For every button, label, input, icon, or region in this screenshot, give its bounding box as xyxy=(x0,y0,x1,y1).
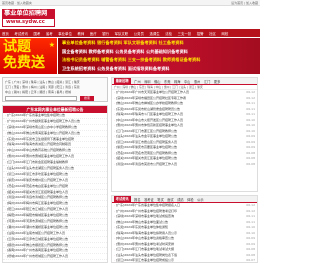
news-title[interactable]: [茂名]2024年茂名市茂南区公开招聘教师公告 xyxy=(116,151,177,155)
recruitment-panel: 最新招聘 广州 深圳 佛山 东莞 珠海 中山 惠州 江门 更多 广州 | 深圳 | 佛山 | 东莞… xyxy=(111,77,258,192)
star-icon: ★ xyxy=(48,41,55,49)
nav-item[interactable]: 国考 xyxy=(34,31,41,36)
nav-item[interactable]: 考试资讯 xyxy=(14,31,28,36)
top-utility-bar: 首页收藏 · 加入收藏夹 设为首页 | 加入收藏 xyxy=(0,0,260,6)
list-title: 广东本网内事业单位最新招聘公告 xyxy=(3,106,107,113)
news-title[interactable]: [深圳]2024年深圳市事业单位笔试成绩查询 xyxy=(116,214,174,218)
news-title[interactable]: [惠州]2024年惠州市仲恺高新区招聘事业单位人员 xyxy=(116,123,183,127)
news-title[interactable]: [广州]2024年广州市事业单位招聘准考证打印 xyxy=(116,209,177,213)
tab[interactable]: 惠州 xyxy=(194,79,200,84)
tab[interactable]: 体检 xyxy=(187,197,193,202)
news-row[interactable]: 06-08 [清远]2024年清远市英德市公开招聘工作人员 xyxy=(112,162,257,168)
nav-item[interactable]: 招警 xyxy=(197,31,204,36)
tab[interactable]: 佛山 xyxy=(154,79,160,84)
nav-item[interactable]: 三支一扶 xyxy=(178,31,192,36)
nav-item[interactable]: 网校 xyxy=(222,31,229,36)
tab[interactable]: 公示 xyxy=(197,197,203,202)
news-title[interactable]: [广州]2024年广州市天河区事业单位公开招聘工作人员 xyxy=(116,90,189,94)
list-item[interactable]: [增城]2024年广州市增城区公开招聘工作人员 xyxy=(3,254,107,261)
tab[interactable]: 报名 xyxy=(134,197,140,202)
nav-item[interactable]: 法检 xyxy=(165,31,172,36)
news-title[interactable]: [中山]2024年中山市事业单位资格审查公告 xyxy=(116,236,174,240)
free-trial-banner[interactable]: 试题 免费送 ★ xyxy=(0,38,57,74)
news-title[interactable]: [汕头]2024年汕头市金平区事业单位招聘公告 xyxy=(116,134,177,138)
nav-item[interactable]: 银行 xyxy=(102,31,109,36)
site-logo[interactable]: 事业单位招聘网 www.sydw.cc xyxy=(2,9,55,27)
tab[interactable]: 更多 xyxy=(214,79,220,84)
city-links-row[interactable]: 广东 | 广州 | 深圳 | 珠海 | 汕头 | 佛山 | 韶关 | 湛江 | … xyxy=(5,80,80,84)
main-nav: 首页 考试资讯 国考 省考 事业单位 教师 医疗 银行 军队文职 公务员 选调生 法检 三支一扶 招警 社区… xyxy=(0,29,260,37)
news-title[interactable]: [中山]2024年中山市火炬开发区公开招聘工作人员 xyxy=(116,118,183,122)
date: 06-08 xyxy=(246,161,255,166)
tab[interactable]: 最新招聘 xyxy=(113,77,131,85)
nav-item[interactable]: 医疗 xyxy=(90,31,97,36)
news-title[interactable]: [深圳]2024年深圳市福田区公开招聘社区专职工作者 xyxy=(116,96,186,100)
nav-item[interactable]: 公务员 xyxy=(134,31,144,36)
city-links-row[interactable]: 中山 | 潮州 | 揭阳 | 云浮 | 顺德 | 南海 | 番禺 | 增城 xyxy=(5,90,71,94)
news-title[interactable]: [汕头]2024年汕头市事业单位招聘岗位表下载 xyxy=(116,253,177,257)
tab[interactable]: 考试资讯 xyxy=(113,195,131,203)
city-search-box: 搜索 广东 | 广州 | 深圳 | 珠海 | 汕头 | 佛山 | 韶关 | 湛江… xyxy=(2,77,108,102)
tab[interactable]: 成绩 xyxy=(177,197,183,202)
banner-row[interactable]: 事业单位备考资料 银行备考资料 军队文职备考资料 社工备考资料 xyxy=(62,40,184,46)
promo-line-1: 试题 xyxy=(3,39,31,55)
news-title[interactable]: [佛山]2024年佛山市禅城区公办学校招聘教师公告 xyxy=(116,101,183,105)
banner-row[interactable]: 法检书记员备考资料 辅警备考资料 三支一扶备考资料 教师资格证备考资料 xyxy=(62,57,200,63)
search-button[interactable]: 搜索 xyxy=(80,96,94,101)
exam-news-tabs: 考试资讯 报名 准考证 笔试 面试 成绩 体检 公示 xyxy=(112,195,257,203)
latest-announcements-list: 广东本网内事业单位最新招聘公告 [广东]2024年广东省事业单位集中招聘公告[广… xyxy=(2,105,108,263)
nav-item[interactable]: 社区 xyxy=(209,31,216,36)
news-title[interactable]: [韶关]2024年韶关市武江区事业单位招聘公告 xyxy=(116,156,177,160)
news-title[interactable]: [湛江]2024年湛江市事业单位招聘成绩公示 xyxy=(116,258,174,262)
news-title[interactable]: [珠海]2024年珠海市事业单位拟聘用人员公示 xyxy=(116,231,177,235)
logo-title: 事业单位招聘网 xyxy=(2,9,55,18)
news-title[interactable]: [惠州]2024年惠州市事业单位考试时间安排 xyxy=(116,242,174,246)
promo-line-2: 免费送 xyxy=(3,55,45,71)
nav-item[interactable]: 首页 xyxy=(2,31,9,36)
nav-item[interactable]: 事业单位 xyxy=(58,31,72,36)
topbar-right-links[interactable]: 设为首页 | 加入收藏 xyxy=(231,1,258,5)
topbar-left-links[interactable]: 首页收藏 · 加入收藏夹 xyxy=(2,1,32,5)
news-title[interactable]: [东莞]2024年东莞市事业单位体检通知 xyxy=(116,225,168,229)
news-title[interactable]: [清远]2024年清远市英德市公开招聘工作人员 xyxy=(116,162,177,166)
tab[interactable]: 珠海 xyxy=(174,79,180,84)
tab[interactable]: 江门 xyxy=(204,79,210,84)
tab[interactable]: 广州 xyxy=(134,79,140,84)
news-title[interactable]: [广东]2024年广东省事业单位集中招聘报名入口 xyxy=(116,203,180,207)
tab[interactable]: 深圳 xyxy=(144,79,150,84)
news-title[interactable]: [佛山]2024年佛山市事业单位面试公告 xyxy=(116,220,168,224)
banner-row[interactable]: 国企备考资料 教师备考资料 公务员备考资料 公共基础知识备考资料 xyxy=(62,49,188,55)
news-row[interactable]: 06-07 [湛江]2024年湛江市事业单位招聘成绩公示 xyxy=(112,258,257,263)
tab[interactable]: 面试 xyxy=(167,197,173,202)
news-title[interactable]: [肇庆]2024年肇庆市高要区事业单位招聘公告 xyxy=(116,145,177,149)
tab[interactable]: 中山 xyxy=(184,79,190,84)
banner-row[interactable]: 卫生系统招考资料 公务员备考资料 面试指导资料备考资料 xyxy=(62,66,170,72)
logo-url: www.sydw.cc xyxy=(2,18,55,27)
nav-item[interactable]: 教师 xyxy=(77,31,84,36)
search-input[interactable] xyxy=(5,96,77,101)
city-links-row[interactable]: 江门 | 茂名 | 惠州 | 梅州 | 汕尾 | 河源 | 阳江 | 清远 | … xyxy=(5,85,80,89)
tab[interactable]: 东莞 xyxy=(164,79,170,84)
news-title[interactable]: [湛江]2024年湛江市霞山区公开招聘医务人员 xyxy=(116,140,177,144)
nav-item[interactable]: 省考 xyxy=(46,31,53,36)
recruitment-tabs: 最新招聘 广州 深圳 佛山 东莞 珠海 中山 惠州 江门 更多 xyxy=(112,77,257,85)
exam-news-panel: 考试资讯报名准考证笔试面试成绩体检公示 06-12[广东]2024年广东省事业单… xyxy=(111,195,258,263)
study-materials-banner[interactable]: 事业单位备考资料 银行备考资料 军队文职备考资料 社工备考资料 国企备考资料 教师… xyxy=(58,38,260,74)
news-title[interactable]: [东莞]2024年东莞市松山湖管委会招聘聘员公告 xyxy=(116,107,180,111)
tab[interactable]: 笔试 xyxy=(157,197,163,202)
date: 06-07 xyxy=(246,258,255,262)
news-title[interactable]: [珠海]2024年珠海市斗门区事业单位招聘工作人员 xyxy=(116,112,183,116)
news-title[interactable]: [江门]2024年江门市蓬江区公开招聘教师公告 xyxy=(116,129,177,133)
nav-item[interactable]: 选调生 xyxy=(149,31,159,36)
nav-item[interactable]: 军队文职 xyxy=(115,31,129,36)
tab[interactable]: 准考证 xyxy=(144,197,154,202)
news-title[interactable]: [江门]2024年江门市事业单位笔试考试大纲 xyxy=(116,247,174,251)
